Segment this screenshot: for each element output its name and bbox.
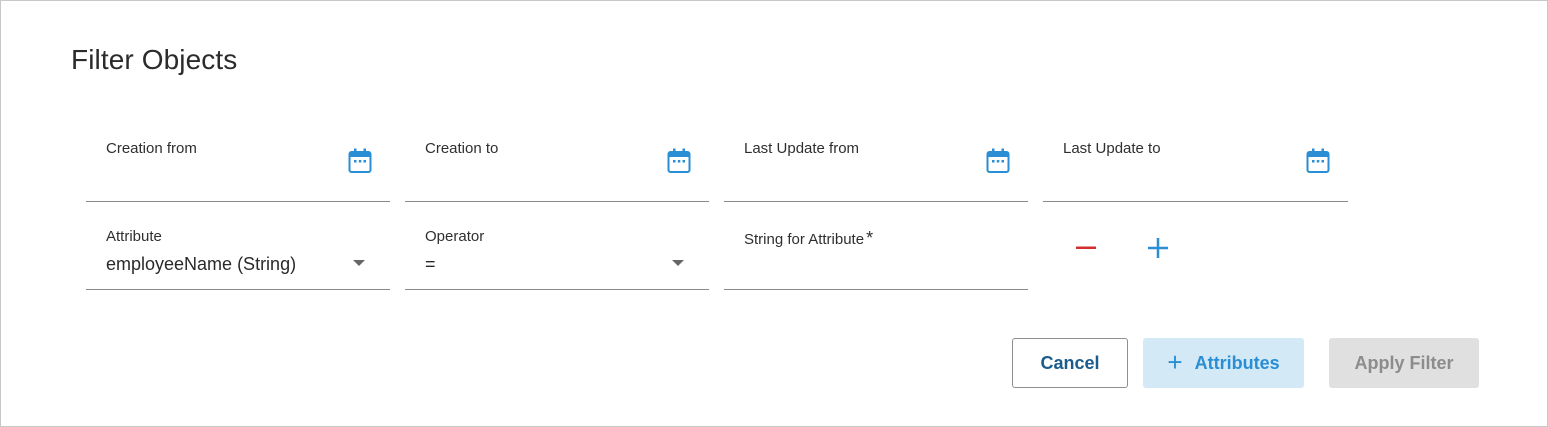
creation-from-field[interactable]: Creation from — [86, 113, 390, 202]
filter-objects-dialog: Filter Objects Creation from Creation to… — [0, 0, 1548, 427]
creation-to-label: Creation to — [425, 140, 499, 157]
attributes-label: Attributes — [1194, 352, 1280, 373]
attribute-value: employeeName (String) — [106, 254, 297, 274]
last-update-from-field[interactable]: Last Update from — [724, 113, 1028, 202]
string-label-text: String for Attribute — [744, 231, 865, 248]
chevron-down-icon[interactable] — [672, 260, 684, 266]
operator-value: = — [425, 254, 436, 274]
calendar-icon[interactable] — [1306, 148, 1330, 174]
apply-filter-button[interactable]: Apply Filter — [1329, 338, 1479, 388]
attribute-label: Attribute — [106, 228, 162, 245]
creation-from-label: Creation from — [106, 140, 197, 157]
chevron-down-icon[interactable] — [353, 260, 365, 266]
required-mark: * — [866, 228, 874, 248]
creation-to-field[interactable]: Creation to — [405, 113, 709, 202]
attribute-select[interactable]: Attribute employeeName (String) — [86, 201, 390, 290]
remove-attribute-button[interactable] — [1068, 230, 1104, 266]
last-update-to-label: Last Update to — [1063, 140, 1161, 157]
cancel-button[interactable]: Cancel — [1012, 338, 1128, 388]
add-attribute-button[interactable] — [1140, 230, 1176, 266]
string-for-attribute-label: String for Attribute * — [744, 228, 873, 249]
calendar-icon[interactable] — [986, 148, 1010, 174]
last-update-from-label: Last Update from — [744, 140, 860, 157]
plus-icon: + — [1167, 347, 1183, 377]
add-attributes-button[interactable]: + Attributes — [1143, 338, 1304, 388]
string-for-attribute-field[interactable]: String for Attribute * — [724, 201, 1028, 290]
plus-icon — [1148, 238, 1168, 258]
operator-label: Operator — [425, 228, 485, 245]
dialog-title: Filter Objects — [71, 44, 238, 75]
minus-icon — [1076, 246, 1096, 249]
operator-select[interactable]: Operator = — [405, 201, 709, 290]
calendar-icon[interactable] — [348, 148, 372, 174]
last-update-to-field[interactable]: Last Update to — [1043, 113, 1348, 202]
calendar-icon[interactable] — [667, 148, 691, 174]
